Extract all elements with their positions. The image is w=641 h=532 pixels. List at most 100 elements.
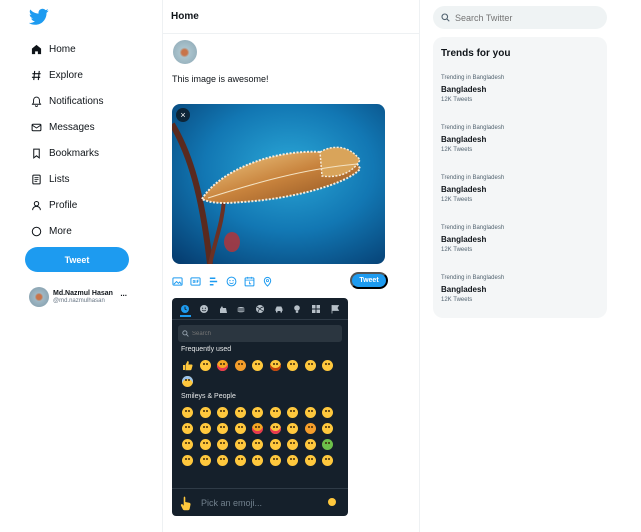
- animal-icon[interactable]: [217, 303, 228, 314]
- emoji[interactable]: [302, 436, 320, 452]
- emoji[interactable]: [302, 357, 320, 373]
- nav-item-label: Lists: [49, 173, 70, 185]
- nav-item-bookmarks[interactable]: Bookmarks: [31, 143, 99, 163]
- trend-item[interactable]: Trending in Bangladesh Bangladesh 12K Tw…: [441, 75, 607, 125]
- emoji[interactable]: [284, 436, 302, 452]
- search-input[interactable]: [455, 12, 595, 23]
- emoji[interactable]: [232, 357, 250, 373]
- emoji[interactable]: [284, 404, 302, 420]
- compose-input[interactable]: This image is awesome!: [172, 74, 269, 84]
- bookmark-icon: [31, 148, 42, 159]
- emoji[interactable]: [197, 404, 215, 420]
- nav-item-home[interactable]: Home: [31, 39, 76, 59]
- emoji[interactable]: [249, 404, 267, 420]
- emoji[interactable]: [249, 357, 267, 373]
- emoji-search-input[interactable]: [192, 330, 332, 337]
- emoji[interactable]: [232, 452, 250, 468]
- travel-icon[interactable]: [273, 303, 284, 314]
- trend-item[interactable]: Trending in Bangladesh Bangladesh 12K Tw…: [441, 275, 607, 325]
- twitter-bird-icon[interactable]: [29, 8, 49, 26]
- avatar: [173, 40, 197, 64]
- emoji[interactable]: [179, 420, 197, 436]
- trend-item[interactable]: Trending in Bangladesh Bangladesh 12K Tw…: [441, 175, 607, 225]
- emoji[interactable]: [302, 404, 320, 420]
- emoji-icon[interactable]: [226, 276, 237, 287]
- emoji-preview-label: Pick an emoji...: [201, 497, 263, 508]
- compose-toolbar: [172, 274, 292, 288]
- thumbs-up-emoji[interactable]: [179, 357, 197, 373]
- nav-item-messages[interactable]: Messages: [31, 117, 95, 137]
- emoji[interactable]: [214, 357, 232, 373]
- search-bar: [433, 6, 607, 29]
- trend-item[interactable]: Trending in Bangladesh Bangladesh 12K Tw…: [441, 225, 607, 275]
- trend-name: Bangladesh: [441, 84, 487, 94]
- nav-item-label: Profile: [49, 199, 78, 211]
- emoji[interactable]: [249, 452, 267, 468]
- trend-name: Bangladesh: [441, 134, 487, 144]
- emoji[interactable]: [267, 357, 285, 373]
- emoji[interactable]: [179, 373, 197, 389]
- more-options-icon[interactable]: ...: [120, 289, 127, 298]
- emoji[interactable]: [284, 452, 302, 468]
- nav-item-profile[interactable]: Profile: [31, 195, 77, 215]
- skin-tone-selector[interactable]: [328, 498, 336, 506]
- emoji[interactable]: [319, 436, 337, 452]
- emoji-picker: Frequently used Smileys & People: [172, 298, 348, 516]
- frosted-leaf-photo: [172, 104, 385, 264]
- smiley-icon[interactable]: [198, 303, 209, 314]
- profile-text: Md.Nazmul Hasan @md.nazmulhasan: [53, 290, 113, 304]
- nav-item-explore[interactable]: Explore: [31, 65, 83, 85]
- emoji[interactable]: [302, 452, 320, 468]
- poll-icon[interactable]: [208, 276, 219, 287]
- trend-item[interactable]: Trending in Bangladesh Bangladesh 12K Tw…: [441, 125, 607, 175]
- object-icon[interactable]: [292, 303, 303, 314]
- food-icon[interactable]: [236, 303, 247, 314]
- close-icon[interactable]: ×: [176, 108, 190, 122]
- nav-item-notifications[interactable]: Notifications: [31, 91, 103, 111]
- emoji[interactable]: [267, 420, 285, 436]
- emoji[interactable]: [267, 436, 285, 452]
- image-icon[interactable]: [172, 276, 183, 287]
- emoji[interactable]: [214, 436, 232, 452]
- emoji[interactable]: [319, 404, 337, 420]
- submit-tweet-button[interactable]: Tweet: [350, 272, 388, 289]
- emoji[interactable]: [214, 420, 232, 436]
- location-icon[interactable]: [262, 276, 273, 287]
- left-navigation: Home Explore Notifications Messages Book…: [0, 0, 162, 532]
- attached-image: ×: [172, 104, 385, 264]
- nav-item-more[interactable]: More: [31, 221, 72, 241]
- emoji[interactable]: [267, 404, 285, 420]
- emoji[interactable]: [197, 420, 215, 436]
- emoji[interactable]: [232, 404, 250, 420]
- flag-icon[interactable]: [329, 303, 340, 314]
- gif-icon[interactable]: [190, 276, 201, 287]
- nav-item-label: Messages: [49, 121, 95, 133]
- activity-icon[interactable]: [254, 303, 265, 314]
- emoji[interactable]: [179, 404, 197, 420]
- emoji[interactable]: [319, 420, 337, 436]
- emoji[interactable]: [232, 436, 250, 452]
- emoji[interactable]: [249, 436, 267, 452]
- emoji[interactable]: [319, 357, 337, 373]
- emoji[interactable]: [214, 404, 232, 420]
- emoji[interactable]: [232, 420, 250, 436]
- tweet-button[interactable]: Tweet: [25, 247, 129, 272]
- nav-item-lists[interactable]: Lists: [31, 169, 70, 189]
- emoji[interactable]: [302, 420, 320, 436]
- schedule-icon[interactable]: [244, 276, 255, 287]
- symbol-icon[interactable]: [310, 303, 321, 314]
- emoji[interactable]: [214, 452, 232, 468]
- emoji[interactable]: [267, 452, 285, 468]
- emoji[interactable]: [249, 420, 267, 436]
- recent-icon[interactable]: [179, 301, 191, 317]
- emoji[interactable]: [179, 452, 197, 468]
- emoji[interactable]: [197, 436, 215, 452]
- emoji[interactable]: [284, 357, 302, 373]
- emoji[interactable]: [197, 452, 215, 468]
- emoji[interactable]: [179, 436, 197, 452]
- emoji[interactable]: [284, 420, 302, 436]
- emoji[interactable]: [319, 452, 337, 468]
- emoji[interactable]: [197, 357, 215, 373]
- account-switcher[interactable]: Md.Nazmul Hasan @md.nazmulhasan ...: [29, 286, 139, 308]
- trends-title: Trends for you: [441, 48, 511, 59]
